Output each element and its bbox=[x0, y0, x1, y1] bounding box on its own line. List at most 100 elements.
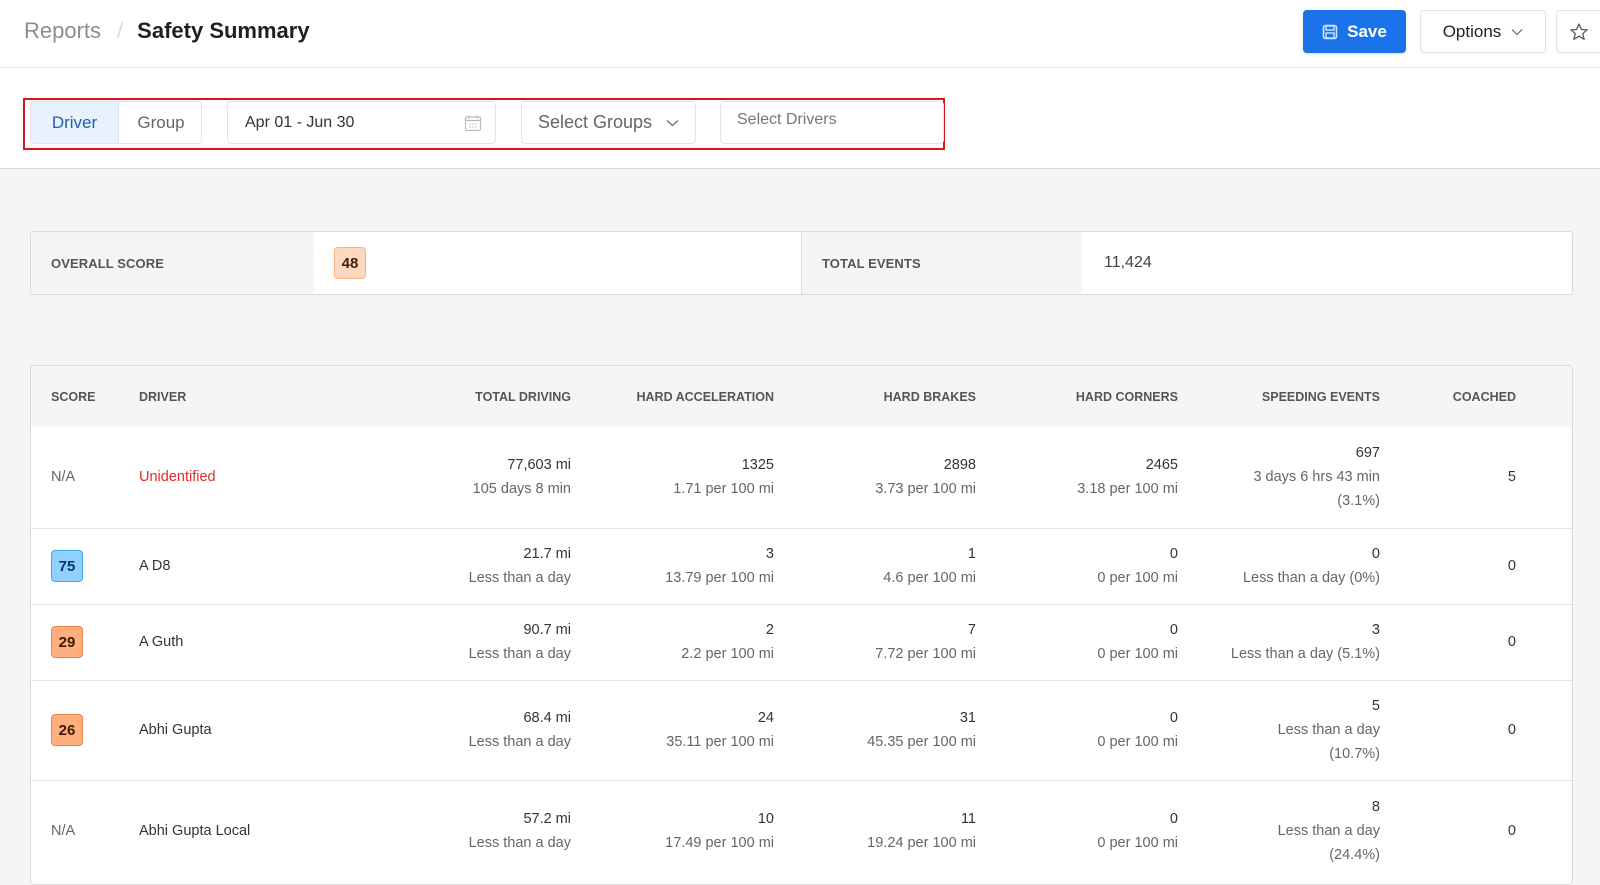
star-icon bbox=[1570, 22, 1588, 40]
hard-corners-rate: 0 per 100 mi bbox=[1097, 570, 1178, 586]
hard-accel-count: 2 bbox=[765, 622, 774, 638]
score-value: N/A bbox=[51, 469, 76, 486]
breadcrumb: Reports / Safety Summary bbox=[24, 18, 310, 44]
chevron-down-icon bbox=[666, 119, 679, 126]
top-bar: Reports / Safety Summary Save Options bbox=[0, 0, 1600, 68]
drivers-select-input[interactable] bbox=[720, 101, 944, 144]
save-button-label: Save bbox=[1347, 21, 1387, 41]
favorite-button[interactable] bbox=[1556, 10, 1600, 53]
coached-count: 5 bbox=[1507, 469, 1516, 486]
total-driving-distance: 68.4 mi bbox=[523, 710, 571, 726]
date-range-picker[interactable]: Apr 01 - Jun 30 bbox=[227, 101, 496, 144]
hard-accel-rate: 17.49 per 100 mi bbox=[665, 834, 774, 851]
calendar-icon bbox=[464, 115, 482, 132]
driver-name-link[interactable]: A Guth bbox=[139, 634, 183, 650]
table-row[interactable]: N/A Abhi Gupta Local 57.2 mi Less than a … bbox=[31, 779, 1572, 881]
driver-name-link[interactable]: Abhi Gupta bbox=[139, 722, 212, 738]
speeding-time: 3 days 6 hrs 43 min bbox=[1253, 469, 1380, 486]
hard-accel-rate: 35.11 per 100 mi bbox=[666, 734, 774, 750]
hard-brakes-rate: 45.35 per 100 mi bbox=[867, 734, 976, 750]
hard-corners-count: 0 bbox=[1169, 546, 1178, 562]
groups-select[interactable]: Select Groups bbox=[521, 101, 696, 144]
column-header-score[interactable]: SCORE bbox=[31, 366, 139, 427]
hard-corners-count: 0 bbox=[1169, 710, 1178, 726]
view-toggle: Driver Group bbox=[30, 101, 202, 144]
hard-accel-count: 10 bbox=[757, 810, 774, 827]
hard-corners-rate: 0 per 100 mi bbox=[1097, 734, 1178, 750]
total-driving-time: Less than a day bbox=[468, 834, 571, 851]
table-row[interactable]: 75 A D8 21.7 mi Less than a day 3 13.79 pe… bbox=[31, 527, 1572, 604]
hard-corners-rate: 3.18 per 100 mi bbox=[1077, 481, 1178, 498]
hard-brakes-rate: 4.6 per 100 mi bbox=[883, 570, 976, 586]
score-value: N/A bbox=[51, 822, 76, 839]
column-header-driver[interactable]: DRIVER bbox=[139, 366, 359, 427]
score-badge: 26 bbox=[51, 714, 83, 746]
overall-score-badge: 48 bbox=[334, 247, 366, 279]
summary-panel: OVERALL SCORE 48 TOTAL EVENTS 11,424 bbox=[30, 231, 1573, 295]
coached-count: 0 bbox=[1507, 558, 1516, 574]
breadcrumb-reports-link[interactable]: Reports bbox=[24, 18, 101, 44]
speeding-percent: (3.1%) bbox=[1337, 493, 1380, 510]
column-header-total-driving[interactable]: TOTAL DRIVING bbox=[359, 366, 571, 427]
hard-brakes-rate: 3.73 per 100 mi bbox=[875, 481, 976, 498]
column-header-speeding-events[interactable]: SPEEDING EVENTS bbox=[1178, 366, 1380, 427]
hard-brakes-count: 7 bbox=[967, 622, 976, 638]
hard-accel-count: 24 bbox=[757, 710, 774, 726]
total-driving-time: 105 days 8 min bbox=[472, 481, 571, 498]
total-driving-distance: 57.2 mi bbox=[523, 810, 571, 827]
speeding-percent: (10.7%) bbox=[1329, 746, 1380, 762]
speeding-count: 8 bbox=[1371, 798, 1380, 815]
hard-brakes-count: 2898 bbox=[943, 457, 976, 474]
groups-select-placeholder: Select Groups bbox=[538, 112, 653, 132]
total-driving-time: Less than a day bbox=[468, 570, 571, 586]
driver-name-link[interactable]: Unidentified bbox=[139, 469, 216, 485]
total-events-value: 11,424 bbox=[1082, 232, 1572, 294]
save-icon bbox=[1322, 24, 1338, 39]
total-driving-distance: 90.7 mi bbox=[523, 622, 571, 638]
speeding-count: 5 bbox=[1371, 698, 1380, 714]
coached-count: 0 bbox=[1507, 822, 1516, 839]
coached-count: 0 bbox=[1507, 722, 1516, 738]
speeding-time: Less than a day bbox=[1277, 822, 1380, 839]
total-events-label: TOTAL EVENTS bbox=[802, 232, 1082, 294]
hard-corners-count: 0 bbox=[1169, 810, 1178, 827]
hard-corners-count: 0 bbox=[1169, 622, 1178, 638]
hard-accel-count: 3 bbox=[765, 546, 774, 562]
score-badge: 29 bbox=[51, 626, 83, 658]
overall-score-label: OVERALL SCORE bbox=[31, 232, 314, 294]
hard-accel-count: 1325 bbox=[741, 457, 774, 474]
table-row[interactable]: 26 Abhi Gupta 68.4 mi Less than a day 24 3… bbox=[31, 679, 1572, 780]
hard-accel-rate: 1.71 per 100 mi bbox=[673, 481, 774, 498]
score-badge: 75 bbox=[51, 550, 83, 582]
speeding-percent: (24.4%) bbox=[1329, 846, 1380, 863]
toggle-group[interactable]: Group bbox=[119, 102, 201, 143]
driver-name-link[interactable]: Abhi Gupta Local bbox=[139, 823, 250, 839]
column-header-hard-acceleration[interactable]: HARD ACCELERATION bbox=[571, 366, 774, 427]
date-range-value: Apr 01 - Jun 30 bbox=[245, 113, 355, 131]
toggle-driver[interactable]: Driver bbox=[31, 102, 119, 143]
column-header-hard-brakes[interactable]: HARD BRAKES bbox=[774, 366, 976, 427]
speeding-count: 697 bbox=[1355, 445, 1380, 462]
overall-score-cell: 48 bbox=[314, 232, 802, 294]
speeding-time: Less than a day (5.1%) bbox=[1230, 646, 1380, 662]
hard-brakes-count: 1 bbox=[967, 546, 976, 562]
speeding-count: 3 bbox=[1371, 622, 1380, 638]
column-header-hard-corners[interactable]: HARD CORNERS bbox=[976, 366, 1178, 427]
total-driving-time: Less than a day bbox=[468, 646, 571, 662]
hard-corners-rate: 0 per 100 mi bbox=[1097, 834, 1178, 851]
save-button[interactable]: Save bbox=[1303, 10, 1406, 53]
breadcrumb-separator: / bbox=[117, 18, 124, 43]
total-driving-time: Less than a day bbox=[468, 734, 571, 750]
chevron-down-icon bbox=[1511, 28, 1523, 35]
page-title: Safety Summary bbox=[137, 18, 310, 43]
column-header-coached[interactable]: COACHED bbox=[1380, 366, 1572, 427]
hard-brakes-count: 31 bbox=[959, 710, 976, 726]
filter-bar: Driver Group Apr 01 - Jun 30 Select Grou… bbox=[0, 68, 1600, 169]
table-row[interactable]: N/A Unidentified 77,603 mi 105 days 8 min… bbox=[31, 427, 1572, 528]
options-dropdown[interactable]: Options bbox=[1420, 10, 1546, 53]
hard-brakes-rate: 7.72 per 100 mi bbox=[875, 646, 976, 662]
table-row[interactable]: 29 A Guth 90.7 mi Less than a day 2 2.2 pe… bbox=[31, 603, 1572, 680]
hard-corners-count: 2465 bbox=[1145, 457, 1178, 474]
driver-name-link[interactable]: A D8 bbox=[139, 558, 170, 574]
hard-accel-rate: 13.79 per 100 mi bbox=[665, 570, 774, 586]
